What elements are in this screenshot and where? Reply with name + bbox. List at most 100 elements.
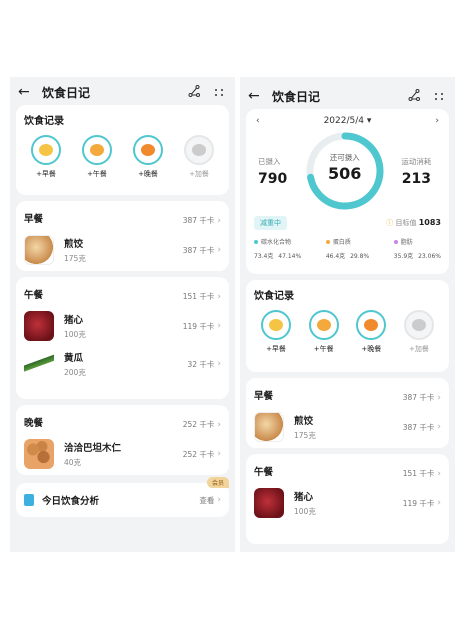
chevron-right-icon: › bbox=[217, 216, 221, 226]
breakfast-title: 早餐 bbox=[254, 390, 274, 402]
macro-grams: 46.4克 bbox=[325, 253, 346, 260]
back-arrow-icon[interactable]: ← bbox=[18, 84, 34, 100]
add-breakfast-button[interactable]: +早餐 bbox=[256, 310, 296, 354]
dumpling-thumbnail bbox=[254, 412, 284, 442]
chevron-right-icon: › bbox=[217, 449, 221, 459]
app-bar: ← 饮食日记 bbox=[10, 79, 235, 105]
add-dinner-button[interactable]: +晚餐 bbox=[351, 310, 391, 354]
caret-down-icon: ▾ bbox=[366, 116, 372, 126]
lunch-card[interactable]: 午餐 151 千卡 › 猪心 100克 119 千卡 › 黄瓜 200克 32 千卡… bbox=[16, 277, 229, 399]
macro-name: 脂肪 bbox=[400, 239, 413, 246]
intake-value: 790 bbox=[258, 170, 288, 187]
food-item-huanggua[interactable]: 黄瓜 200克 32 千卡 › bbox=[24, 349, 221, 379]
macro-pct: 47.14% bbox=[278, 253, 302, 260]
add-dinner-button[interactable]: +晚餐 bbox=[128, 135, 168, 179]
dinner-icon bbox=[364, 319, 379, 331]
add-dinner-label: +晚餐 bbox=[361, 345, 382, 353]
back-arrow-icon[interactable]: ← bbox=[248, 88, 264, 104]
add-lunch-button[interactable]: +午餐 bbox=[77, 135, 117, 179]
chevron-right-icon: › bbox=[437, 422, 441, 432]
cucumber-thumbnail bbox=[24, 349, 54, 379]
food-item-jianjiao[interactable]: 煎饺 175克 387 千卡 › bbox=[254, 412, 441, 442]
macro-fat: 脂肪 35.9克 23.06% bbox=[393, 237, 441, 260]
view-link[interactable]: 查看 bbox=[199, 495, 214, 506]
chevron-right-icon: › bbox=[217, 292, 221, 302]
lunch-icon bbox=[316, 319, 331, 331]
chevron-right-icon: › bbox=[437, 469, 441, 479]
remaining-label: 还可摄入 bbox=[329, 153, 360, 162]
add-snack-button[interactable]: +加餐 bbox=[179, 135, 219, 179]
food-kcal: 252 千卡 bbox=[182, 449, 215, 459]
dinner-icon bbox=[141, 144, 155, 156]
food-kcal: 119 千卡 bbox=[182, 321, 215, 331]
food-kcal: 32 千卡 bbox=[187, 359, 215, 369]
date-text: 2022/5/4 bbox=[323, 116, 364, 126]
food-item-nuts[interactable]: 洽洽巴坦木仁 40克 252 千卡 › bbox=[24, 439, 221, 469]
pig-heart-thumbnail bbox=[24, 311, 54, 341]
info-icon: ⓘ bbox=[386, 219, 394, 227]
food-name: 煎饺 bbox=[64, 239, 84, 250]
breakfast-total-kcal: 387 千卡 bbox=[402, 393, 435, 402]
food-record-title: 饮食记录 bbox=[24, 116, 64, 127]
food-item-jianjiao[interactable]: 煎饺 175克 387 千卡 › bbox=[24, 235, 221, 265]
date-selector[interactable]: 2022/5/4 ▾ bbox=[324, 116, 372, 126]
chevron-right-icon: › bbox=[217, 359, 221, 369]
prev-day-icon[interactable]: ‹ bbox=[256, 116, 260, 126]
target-label: 目标值 bbox=[395, 219, 417, 227]
dumpling-thumbnail bbox=[24, 235, 54, 265]
macro-grams: 35.9克 bbox=[393, 253, 414, 260]
more-options-icon[interactable] bbox=[431, 92, 447, 100]
snack-icon bbox=[192, 144, 206, 156]
protein-dot-icon bbox=[325, 239, 330, 244]
share-icon[interactable] bbox=[185, 84, 203, 100]
add-snack-label: +加餐 bbox=[189, 170, 209, 178]
macro-name: 蛋白质 bbox=[332, 239, 351, 246]
daily-analysis-card[interactable]: 今日饮食分析 查看 › 会员 bbox=[16, 477, 229, 517]
food-kcal: 387 千卡 bbox=[182, 245, 215, 255]
share-icon[interactable] bbox=[405, 88, 423, 104]
daily-analysis-title: 今日饮食分析 bbox=[42, 496, 100, 507]
calorie-ring: 还可摄入 506 bbox=[304, 130, 386, 212]
lunch-total-kcal: 151 千卡 bbox=[402, 469, 435, 478]
dinner-total-kcal: 252 千卡 bbox=[182, 420, 215, 429]
member-badge: 会员 bbox=[206, 477, 229, 488]
macro-pct: 29.8% bbox=[350, 253, 370, 260]
macro-pct: 23.06% bbox=[418, 253, 441, 260]
macro-name: 碳水化合物 bbox=[261, 239, 292, 246]
add-breakfast-button[interactable]: +早餐 bbox=[26, 135, 66, 179]
more-options-icon[interactable] bbox=[211, 88, 227, 96]
food-kcal: 387 千卡 bbox=[402, 422, 435, 432]
dinner-title: 晚餐 bbox=[24, 417, 44, 429]
breakfast-icon bbox=[39, 144, 53, 156]
breakfast-icon bbox=[269, 319, 283, 331]
document-icon bbox=[24, 494, 34, 506]
burn-label: 运动消耗 bbox=[401, 156, 432, 166]
food-quantity: 100克 bbox=[294, 507, 316, 516]
next-day-icon[interactable]: › bbox=[435, 116, 439, 126]
add-lunch-label: +午餐 bbox=[313, 345, 334, 353]
snack-icon bbox=[411, 319, 426, 331]
food-name: 猪心 bbox=[64, 315, 84, 326]
add-snack-button[interactable]: +加餐 bbox=[399, 310, 439, 354]
status-chip: 减重中 bbox=[254, 216, 287, 230]
page-title: 饮食日记 bbox=[42, 85, 91, 100]
breakfast-card[interactable]: 早餐 387 千卡 › 煎饺 175克 387 千卡 › bbox=[16, 201, 229, 271]
breakfast-card[interactable]: 早餐 387 千卡 › 煎饺 175克 387 千卡 › bbox=[246, 378, 449, 448]
food-item-zhuxin[interactable]: 猪心 100克 119 千卡 › bbox=[24, 311, 221, 341]
chevron-right-icon: › bbox=[217, 321, 221, 331]
left-screen: ← 饮食日记 饮食记录 +早餐 +午餐 +晚餐 +加餐 早餐 387 千卡 › … bbox=[10, 77, 235, 552]
fat-dot-icon bbox=[393, 239, 398, 244]
add-lunch-button[interactable]: +午餐 bbox=[304, 310, 344, 354]
food-name: 洽洽巴坦木仁 bbox=[64, 443, 122, 454]
chevron-right-icon: › bbox=[217, 245, 221, 255]
target-info[interactable]: ⓘ 目标值 1083 bbox=[386, 218, 441, 228]
lunch-title: 午餐 bbox=[254, 466, 274, 478]
lunch-icon bbox=[90, 144, 104, 156]
food-item-zhuxin[interactable]: 猪心 100克 119 千卡 › bbox=[254, 488, 441, 518]
right-screen: ← 饮食日记 ‹ 2022/5/4 ▾ › 已摄入 790 还可摄入 506 运… bbox=[240, 77, 455, 552]
app-bar: ← 饮食日记 bbox=[240, 83, 455, 109]
dinner-card[interactable]: 晚餐 252 千卡 › 洽洽巴坦木仁 40克 252 千卡 › bbox=[16, 405, 229, 475]
intake-label: 已摄入 bbox=[258, 156, 281, 166]
lunch-card[interactable]: 午餐 151 千卡 › 猪心 100克 119 千卡 › bbox=[246, 454, 449, 544]
breakfast-total-kcal: 387 千卡 bbox=[182, 216, 215, 225]
